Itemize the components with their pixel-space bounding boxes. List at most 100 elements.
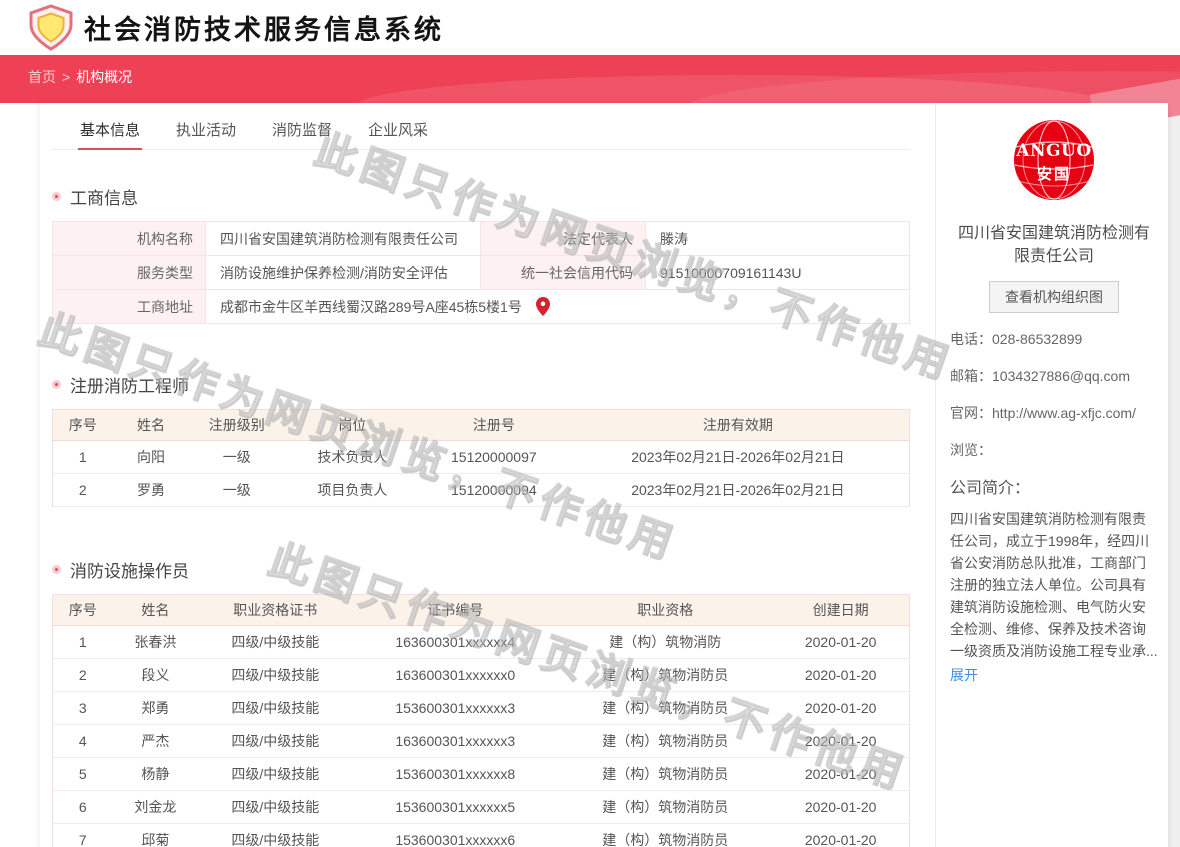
table-cell: 4 (53, 725, 113, 758)
table-cell: 四级/中级技能 (198, 659, 352, 692)
legal-rep-value: 滕涛 (646, 222, 910, 256)
table-cell: 2020-01-20 (772, 791, 909, 824)
contact-website: 官网： http://www.ag-xfjc.com/ (950, 403, 1158, 428)
table-cell: 张春洪 (112, 626, 198, 659)
breadcrumb-home-link[interactable]: 首页 (28, 69, 56, 85)
address-value-cell: 成都市金牛区羊西线蜀汉路289号A座45栋5楼1号 (206, 290, 910, 324)
table-cell: 5 (53, 758, 113, 791)
table-cell: 163600301xxxxxx4 (352, 626, 558, 659)
tab-basic-info[interactable]: 基本信息 (78, 113, 142, 149)
table-cell: 建（构）筑物消防员 (558, 791, 772, 824)
table-row: 1张春洪四级/中级技能163600301xxxxxx4建（构）筑物消防2020-… (53, 626, 910, 659)
tab-fire-supervision[interactable]: 消防监督 (270, 113, 334, 149)
app-header: 社会消防技术服务信息系统 (0, 0, 1180, 55)
section-title-engineers: 注册消防工程师 (52, 372, 910, 397)
table-header-cell: 岗位 (284, 410, 421, 441)
page: 社会消防技术服务信息系统 首页>机构概况 基本信息 执业活动 消 (0, 0, 1180, 847)
expand-link[interactable]: 展开 (950, 665, 978, 685)
table-cell: 2023年02月21日-2026年02月21日 (567, 474, 910, 507)
table-cell: 163600301xxxxxx3 (352, 725, 558, 758)
email-value: 1034327886@qq.com (992, 362, 1130, 391)
company-intro-title: 公司简介： (950, 474, 1158, 498)
table-cell: 2020-01-20 (772, 692, 909, 725)
tab-label: 消防监督 (272, 122, 332, 139)
table-header-cell: 职业资格 (558, 595, 772, 626)
table-header-cell: 姓名 (112, 595, 198, 626)
contact-email: 邮箱： 1034327886@qq.com (950, 366, 1158, 391)
section-bullet-icon (52, 565, 61, 574)
table-row: 服务类型 消防设施维护保养检测/消防安全评估 统一社会信用代码 91510000… (53, 256, 910, 290)
section-bullet-icon (52, 380, 61, 389)
table-cell: 四级/中级技能 (198, 791, 352, 824)
field-label: 法定代表人 (481, 222, 646, 256)
table-cell: 罗勇 (112, 474, 189, 507)
content-pane: 基本信息 执业活动 消防监督 企业风采 工商信息 (40, 103, 935, 847)
tab-practice-activity[interactable]: 执业活动 (174, 113, 238, 149)
company-logo-wrap: ANGUO 安国 (950, 119, 1158, 206)
tab-company-style[interactable]: 企业风采 (366, 113, 430, 149)
table-header-cell: 注册级别 (190, 410, 284, 441)
table-cell: 四级/中级技能 (198, 626, 352, 659)
table-cell: 技术负责人 (284, 441, 421, 474)
table-cell: 刘金龙 (112, 791, 198, 824)
section-title-text: 工商信息 (70, 184, 138, 209)
field-label: 工商地址 (53, 290, 206, 324)
table-row: 5杨静四级/中级技能153600301xxxxxx8建（构）筑物消防员2020-… (53, 758, 910, 791)
contact-label: 电话： (950, 329, 992, 354)
table-cell: 郑勇 (112, 692, 198, 725)
contact-label: 邮箱： (950, 366, 992, 391)
website-link[interactable]: http://www.ag-xfjc.com/ (992, 399, 1136, 428)
page-gutter (1168, 103, 1180, 847)
table-row: 7邱菊四级/中级技能153600301xxxxxx6建（构）筑物消防员2020-… (53, 824, 910, 847)
table-row: 4严杰四级/中级技能163600301xxxxxx3建（构）筑物消防员2020-… (53, 725, 910, 758)
table-cell: 153600301xxxxxx5 (352, 791, 558, 824)
section-title-text: 注册消防工程师 (70, 372, 189, 397)
svg-text:安国: 安国 (1037, 165, 1071, 183)
table-cell: 2020-01-20 (772, 626, 909, 659)
table-cell: 2020-01-20 (772, 725, 909, 758)
table-cell: 建（构）筑物消防员 (558, 659, 772, 692)
company-intro-text: 四川省安国建筑消防检测有限责任公司，成立于1998年，经四川省公安消防总队批准，… (950, 508, 1158, 662)
table-cell: 严杰 (112, 725, 198, 758)
org-chart-button-wrap: 查看机构组织图 (950, 281, 1158, 313)
table-cell: 6 (53, 791, 113, 824)
org-name-value: 四川省安国建筑消防检测有限责任公司 (206, 222, 481, 256)
table-header-cell: 注册有效期 (567, 410, 910, 441)
table-header-cell: 序号 (53, 410, 113, 441)
table-cell: 建（构）筑物消防员 (558, 725, 772, 758)
map-pin-icon[interactable] (536, 297, 550, 316)
table-header-cell: 创建日期 (772, 595, 909, 626)
table-row: 6刘金龙四级/中级技能153600301xxxxxx5建（构）筑物消防员2020… (53, 791, 910, 824)
table-header-cell: 证书编号 (352, 595, 558, 626)
table-cell: 163600301xxxxxx0 (352, 659, 558, 692)
breadcrumb: 首页>机构概况 (0, 55, 1180, 99)
table-cell: 153600301xxxxxx8 (352, 758, 558, 791)
company-logo-anguo: ANGUO 安国 (1013, 119, 1095, 201)
business-info-table: 机构名称 四川省安国建筑消防检测有限责任公司 法定代表人 滕涛 服务类型 消防设… (52, 221, 910, 324)
table-cell: 一级 (190, 474, 284, 507)
main-card: 基本信息 执业活动 消防监督 企业风采 工商信息 (40, 103, 1168, 847)
contact-views: 浏览： (950, 440, 1158, 460)
operators-table: 序号姓名职业资格证书证书编号职业资格创建日期 1张春洪四级/中级技能163600… (52, 594, 910, 847)
contact-label: 浏览： (950, 440, 992, 460)
field-label: 机构名称 (53, 222, 206, 256)
section-bullet-icon (52, 192, 61, 201)
table-cell: 2020-01-20 (772, 659, 909, 692)
table-cell: 邱菊 (112, 824, 198, 847)
tab-bar: 基本信息 执业活动 消防监督 企业风采 (52, 113, 910, 150)
table-cell: 3 (53, 692, 113, 725)
table-cell: 四级/中级技能 (198, 692, 352, 725)
view-org-chart-button[interactable]: 查看机构组织图 (989, 281, 1119, 313)
table-row: 2罗勇一级项目负责人151200000942023年02月21日-2026年02… (53, 474, 910, 507)
table-cell: 建（构）筑物消防 (558, 626, 772, 659)
engineers-table: 序号姓名注册级别岗位注册号注册有效期 1向阳一级技术负责人15120000097… (52, 409, 910, 507)
section-title-text: 消防设施操作员 (70, 557, 189, 582)
table-cell: 杨静 (112, 758, 198, 791)
table-cell: 项目负责人 (284, 474, 421, 507)
section-title-operators: 消防设施操作员 (52, 557, 910, 582)
table-row: 2段义四级/中级技能163600301xxxxxx0建（构）筑物消防员2020-… (53, 659, 910, 692)
table-cell: 段义 (112, 659, 198, 692)
tab-label: 企业风采 (368, 122, 428, 139)
table-row: 3郑勇四级/中级技能153600301xxxxxx3建（构）筑物消防员2020-… (53, 692, 910, 725)
credit-code-value: 91510000709161143U (646, 256, 910, 290)
